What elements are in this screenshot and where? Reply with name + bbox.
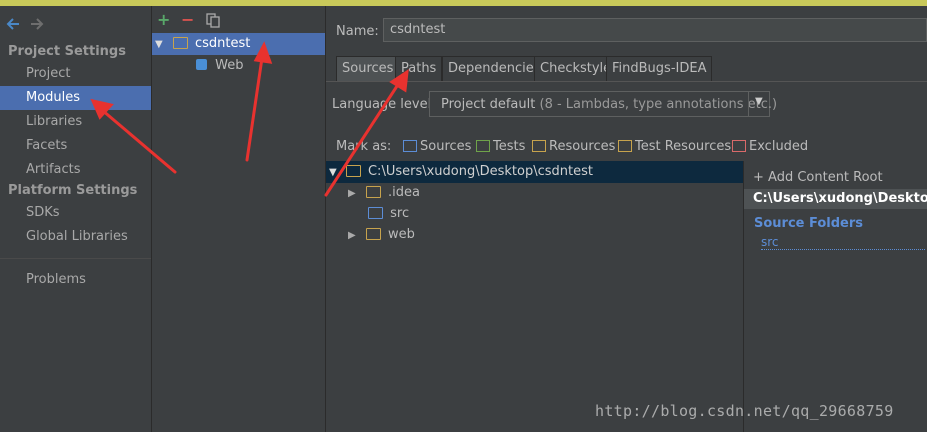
nav-divider [0,258,151,259]
folder-name: .idea [387,185,420,200]
sources-folder-icon [403,139,417,152]
language-level-label: Language level: [332,97,436,112]
copy-module-icon[interactable] [206,13,220,31]
nav-item-libraries[interactable]: Libraries [0,110,151,134]
source-folders-header: Source Folders [754,216,864,231]
collapse-arrow-icon[interactable]: ▶ [348,183,356,205]
nav-item-project[interactable]: Project [0,62,151,86]
folder-icon [365,185,381,198]
add-content-root-button[interactable]: + Add Content Root [753,170,883,185]
tests-folder-icon [476,139,490,152]
tree-row-content-root[interactable]: ▼ C:\Users\xudong\Desktop\csdntest [326,161,743,183]
module-tree-panel: + − ▼ csdntest Web [152,6,326,432]
tree-row-module[interactable]: ▼ csdntest [152,33,325,55]
content-root-panel: + Add Content Root C:\Users\xudong\Deskt… [743,161,927,432]
settings-nav-panel: Project Settings Project Modules Librari… [0,6,152,432]
content-root-path: C:\Users\xudong\Desktop\csdntest [367,164,593,179]
tab-findbugs-idea[interactable]: FindBugs-IDEA [606,56,713,81]
tab-sources[interactable]: Sources [336,56,400,81]
content-root-header: C:\Users\xudong\Desktop\c [744,189,927,209]
add-module-button[interactable]: + [157,12,170,28]
tree-row-src[interactable]: src [368,203,409,225]
forward-arrow-icon[interactable] [30,17,44,34]
test-resources-folder-icon [618,139,632,152]
mark-resources-button[interactable]: Resources [532,139,615,154]
content-root-header-path: C:\Users\xudong\Desktop\c [753,191,927,206]
tab-paths[interactable]: Paths [395,56,443,81]
folder-name: src [390,206,410,221]
module-folder-icon [172,36,188,49]
mark-as-label: Mark as: [336,139,392,154]
platform-settings-header: Platform Settings [8,183,138,198]
nav-item-problems[interactable]: Problems [0,268,151,292]
language-level-detail: (8 - Lambdas, type annotations etc.) [539,97,778,112]
resources-folder-icon [532,139,546,152]
project-settings-header: Project Settings [8,44,126,59]
folder-icon [365,227,381,240]
mark-tests-button[interactable]: Tests [476,139,525,154]
module-name: csdntest [194,36,251,51]
tree-row-idea[interactable]: ▶ .idea [348,182,420,204]
expand-arrow-icon[interactable]: ▼ [155,34,163,56]
tab-divider [326,81,927,82]
source-folder-icon [368,206,383,219]
web-facet-icon [196,59,207,70]
folder-name: web [387,227,415,242]
tree-row-web[interactable]: ▶ web [348,224,415,246]
nav-item-sdks[interactable]: SDKs [0,201,151,225]
folder-icon [345,164,361,177]
tab-dependencies[interactable]: Dependencies [442,56,547,81]
mark-excluded-button[interactable]: Excluded [732,139,808,154]
expand-arrow-icon[interactable]: ▼ [329,162,337,184]
language-level-value: Project default [441,97,536,112]
content-root-tree: ▼ C:\Users\xudong\Desktop\csdntest ▶ .id… [326,161,743,432]
excluded-folder-icon [732,139,746,152]
language-level-select[interactable]: Project default (8 - Lambdas, type annot… [429,91,777,117]
tab-checkstyle[interactable]: Checkstyle [534,56,618,81]
collapse-arrow-icon[interactable]: ▶ [348,225,356,247]
facet-name: Web [215,58,244,73]
back-arrow-icon[interactable] [6,17,20,34]
mark-test-resources-button[interactable]: Test Resources [618,139,731,154]
nav-item-artifacts[interactable]: Artifacts [0,158,151,182]
remove-module-button[interactable]: − [181,12,194,28]
name-field-value: csdntest [390,22,446,37]
nav-item-facets[interactable]: Facets [0,134,151,158]
nav-item-global-libraries[interactable]: Global Libraries [0,225,151,249]
name-field[interactable]: csdntest [383,18,927,42]
name-label: Name: [336,24,379,39]
module-settings-panel: Name: csdntest Sources Paths Dependencie… [326,6,927,432]
mark-sources-button[interactable]: Sources [403,139,471,154]
source-folder-entry[interactable]: src [761,235,925,250]
chevron-down-icon[interactable]: ▼ [755,96,763,107]
nav-item-modules[interactable]: Modules [0,86,151,110]
watermark: http://blog.csdn.net/qq_29668759 [595,402,894,420]
tree-row-web-facet[interactable]: Web [196,55,243,77]
